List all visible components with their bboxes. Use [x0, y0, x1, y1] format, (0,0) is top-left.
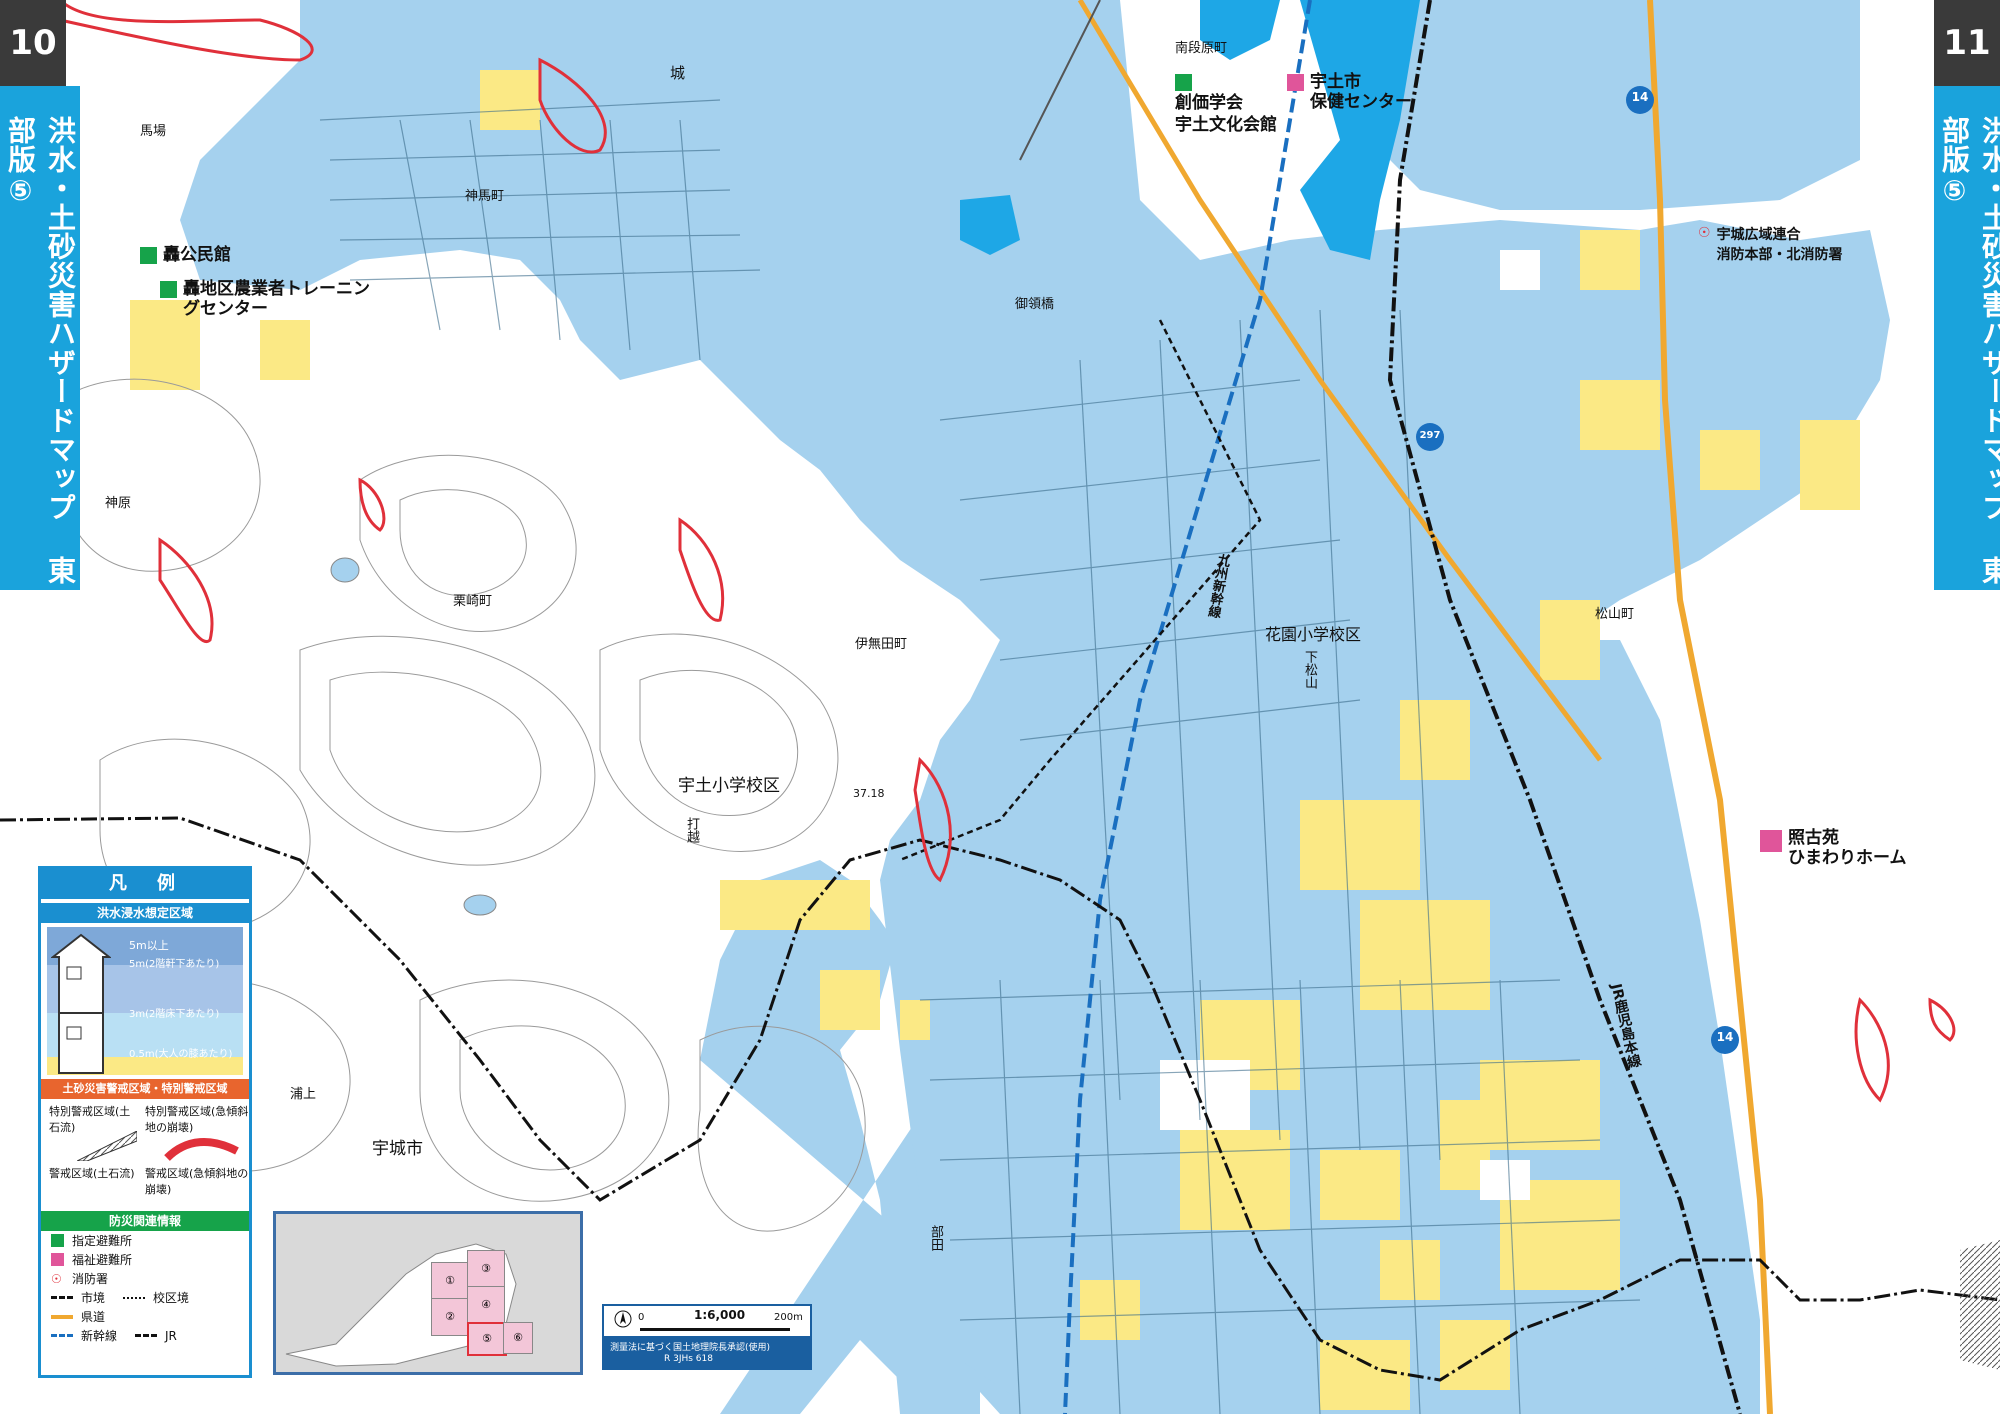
scale-bar: 0 1:6,000 200m 測量法に基づく国土地理院長承認(使用) R 3JH… — [602, 1304, 812, 1370]
welfare-shelter-icon — [1760, 830, 1782, 852]
house-icon — [51, 933, 111, 1074]
designated-shelter-icon — [1175, 74, 1192, 91]
inset-cell-4: ④ — [467, 1286, 505, 1324]
shinkansen-icon — [51, 1334, 73, 1337]
inset-cell-1: ① — [431, 1262, 469, 1300]
place-shiro: 城 — [670, 64, 686, 82]
place-uto-school-district: 宇土小学校区 — [678, 776, 780, 796]
right-side-title: 洪水・土砂災害ハザードマップ 東部版⑤ — [1934, 86, 2000, 590]
left-side-title: 洪水・土砂災害ハザードマップ 東部版⑤ — [0, 86, 80, 590]
place-kurisakimachi: 栗崎町 — [453, 594, 493, 609]
slope-collapse-icon — [164, 1138, 239, 1161]
city-border-icon — [51, 1296, 73, 1299]
left-page-number: 10 — [0, 0, 66, 86]
legend-pref-road: 県道 — [41, 1307, 249, 1326]
legend-welfare-shelter: 福祉避難所 — [41, 1250, 249, 1269]
route-14-label-b: 14 — [1716, 1030, 1734, 1044]
debris-flow-icon — [77, 1131, 137, 1161]
right-page-tab: 11 洪水・土砂災害ハザードマップ 東部版⑤ — [1934, 0, 2000, 590]
legend-fire-station: ☉ 消防署 — [51, 1271, 109, 1287]
route-297-label: 297 — [1419, 430, 1441, 441]
scale-line — [640, 1328, 790, 1331]
place-shimomatsuyama: 下松山 — [1302, 650, 1317, 689]
place-goryobashi: 御領橋 — [1015, 297, 1055, 312]
place-kanbara: 神原 — [105, 496, 132, 511]
designated-shelter-icon — [51, 1234, 64, 1247]
legend-panel: 凡 例 洪水浸水想定区域 5m以上 5m(2階軒下あたり) 3m(2階床下あたり… — [38, 866, 252, 1378]
north-arrow-icon — [614, 1310, 632, 1328]
legend-landslide-section: 土砂災害警戒区域・特別警戒区域 — [41, 1079, 249, 1099]
poi-terukoen-himawari[interactable]: 照古苑 ひまわりホーム — [1760, 828, 1907, 868]
poi-soka-uto-bunka-kaikan[interactable]: 創価学会 宇土文化会館 — [1175, 72, 1277, 135]
welfare-shelter-icon — [51, 1253, 64, 1266]
inset-cell-5-current: ⑤ — [467, 1322, 507, 1356]
fire-station-icon: ☉ — [1698, 225, 1711, 241]
place-baba: 馬場 — [140, 124, 167, 139]
legend-depth-diagram: 5m以上 5m(2階軒下あたり) 3m(2階床下あたり) 0.5m(大人の膝あた… — [47, 927, 243, 1075]
place-uchikoshi: 打越 — [684, 817, 699, 843]
pref-road-icon — [51, 1314, 73, 1319]
fire-station-icon: ☉ — [51, 1271, 62, 1286]
place-kamitoramachi: 神馬町 — [465, 189, 505, 204]
designated-shelter-icon — [160, 281, 177, 298]
jr-icon — [135, 1334, 158, 1337]
poi-todoroki-hall[interactable]: 轟公民館 — [140, 245, 231, 265]
inset-grid: ① ② ③ ④ ⑤ ⑥ — [431, 1244, 541, 1356]
hazard-map[interactable] — [0, 0, 2000, 1414]
right-page-number: 11 — [1934, 0, 2000, 86]
designated-shelter-icon — [140, 247, 157, 264]
welfare-shelter-icon — [1287, 74, 1304, 91]
poi-fire-station[interactable]: ☉ 宇城広域連合 消防本部・北消防署 — [1698, 225, 1843, 265]
poi-todoroki-farm-center[interactable]: 轟地区農業者トレーニングセンター — [160, 279, 371, 319]
place-minamidanbaramachi: 南段原町 — [1175, 41, 1228, 56]
place-hanazono-school-district: 花園小学校区 — [1265, 625, 1362, 644]
inset-cell-2: ② — [431, 1298, 469, 1336]
legend-rail: 新幹線 JR — [41, 1326, 249, 1345]
school-border-icon — [123, 1296, 146, 1299]
elevation-point: 37.18 — [853, 787, 885, 800]
place-matsuyamamachi: 松山町 — [1595, 607, 1635, 622]
inset-cell-6: ⑥ — [503, 1322, 533, 1354]
locator-inset-map[interactable]: ① ② ③ ④ ⑤ ⑥ — [273, 1211, 583, 1375]
legend-borders: 市境 校区境 — [41, 1288, 249, 1307]
legend-info-section: 防災関連情報 — [41, 1211, 249, 1231]
place-uki-city: 宇城市 — [372, 1139, 423, 1159]
legend-flood-section: 洪水浸水想定区域 — [41, 903, 249, 923]
place-heta: 部田 — [928, 1225, 943, 1251]
place-ibutamachi: 伊無田町 — [855, 637, 908, 652]
legend-designated-shelter: 指定避難所 — [41, 1231, 249, 1250]
legend-title: 凡 例 — [41, 869, 249, 899]
route-14-label: 14 — [1631, 90, 1649, 104]
inset-cell-3: ③ — [467, 1250, 505, 1288]
poi-uto-health-center[interactable]: 宇土市 保健センター — [1287, 72, 1412, 112]
place-urakami: 浦上 — [290, 1087, 317, 1102]
left-page-tab: 10 洪水・土砂災害ハザードマップ 東部版⑤ — [0, 0, 80, 590]
legend-landslide-items: 特別警戒区域(土石流) 特別警戒区域(急傾斜地の崩壊) 警戒区域(土石流) 警戒… — [49, 1105, 249, 1196]
